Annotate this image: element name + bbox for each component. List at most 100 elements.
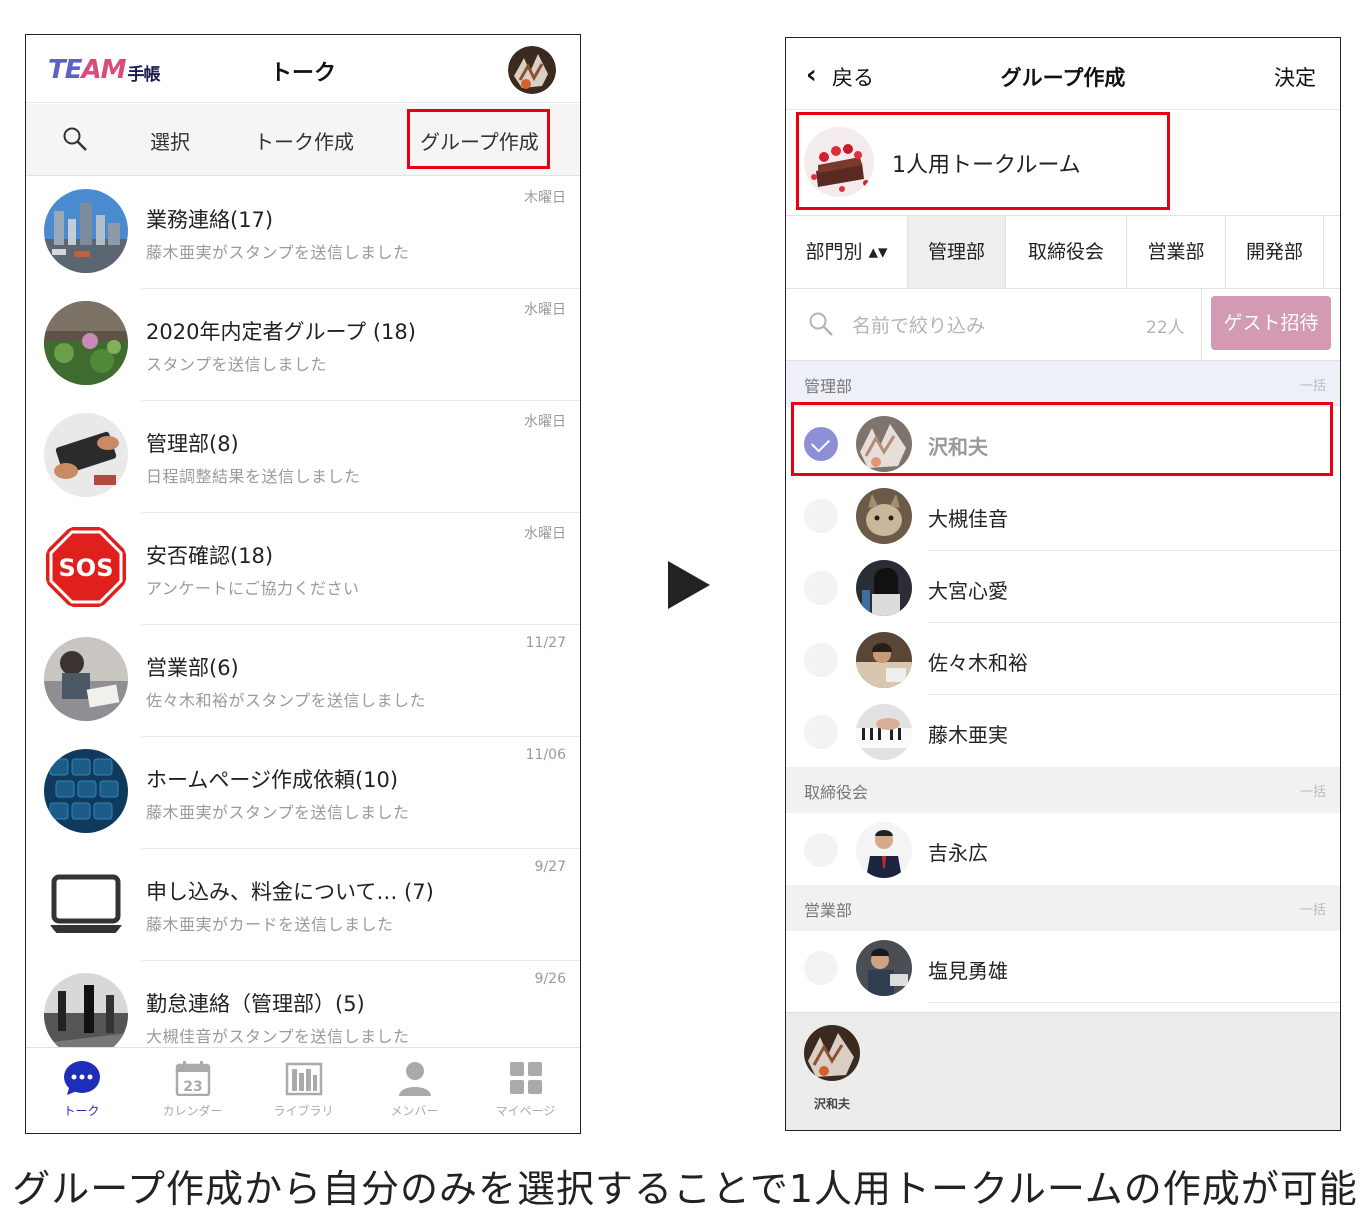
member-count: 22人: [1146, 318, 1185, 338]
talk-preview: アンケートにご協力ください: [146, 579, 360, 598]
talk-date: 9/27: [534, 859, 566, 875]
svg-text:SOS: SOS: [59, 554, 114, 582]
selected-member-avatar[interactable]: [804, 1025, 860, 1081]
select-all-button[interactable]: 一括: [1300, 899, 1326, 918]
talk-list-screen: TE AM 手帳 トーク 選択 トーク作成 グループ作成 業務連絡(17) 藤木…: [25, 34, 581, 1134]
section-header: 取締役会 一括: [786, 767, 1340, 813]
play-arrow-icon: [668, 561, 710, 609]
keyboard-photo-avatar: [44, 413, 128, 497]
talk-row[interactable]: 営業部(6) 佐々木和裕がスタンプを送信しました 11/27: [44, 625, 580, 737]
search-icon: [809, 312, 833, 336]
talk-row[interactable]: 業務連絡(17) 藤木亜実がスタンプを送信しました 木曜日: [44, 177, 580, 289]
talk-list: 業務連絡(17) 藤木亜実がスタンプを送信しました 木曜日 2020年内定者グル…: [26, 177, 580, 1073]
laptop-icon: [44, 861, 128, 945]
talk-preview: 佐々木和裕がスタンプを送信しました: [146, 691, 427, 710]
tab-calendar[interactable]: 23 カレンダー: [137, 1048, 248, 1133]
section-name: 管理部: [804, 377, 853, 396]
talk-date: 水曜日: [524, 526, 566, 542]
tab-member[interactable]: メンバー: [359, 1048, 470, 1133]
tab-admin[interactable]: 管理部: [908, 216, 1006, 288]
checkbox[interactable]: [804, 951, 838, 985]
header: TE AM 手帳 トーク: [26, 35, 580, 103]
page-title: トーク: [269, 61, 336, 86]
library-icon: [285, 1062, 323, 1096]
section-header: 管理部 一括: [786, 361, 1340, 407]
checkbox[interactable]: [804, 715, 838, 749]
talk-date: 水曜日: [524, 414, 566, 430]
blue-keyboard-avatar: [44, 749, 128, 833]
member-name: 佐々木和裕: [928, 651, 1028, 675]
search-icon[interactable]: [62, 126, 88, 152]
select-all-button[interactable]: 一括: [1300, 375, 1326, 394]
selected-members-tray: 沢和夫: [786, 1012, 1340, 1130]
member-avatar: [856, 822, 912, 878]
profile-avatar[interactable]: [508, 46, 556, 94]
svg-text:23: 23: [183, 1079, 202, 1095]
highlight-box: [796, 112, 1170, 210]
grid-icon: [510, 1062, 542, 1094]
checkbox[interactable]: [804, 571, 838, 605]
filter-input[interactable]: 名前で絞り込み: [852, 311, 985, 338]
talk-row[interactable]: 管理部(8) 日程調整結果を送信しました 水曜日: [44, 401, 580, 513]
member-avatar: [856, 940, 912, 996]
talk-date: 9/26: [534, 971, 566, 987]
checkbox[interactable]: [804, 833, 838, 867]
create-talk-button[interactable]: トーク作成: [254, 126, 354, 155]
talk-row[interactable]: 2020年内定者グループ (18) スタンプを送信しました 水曜日: [44, 289, 580, 401]
talk-title: 2020年内定者グループ (18): [146, 320, 416, 344]
talk-preview: 藤木亜実がスタンプを送信しました: [146, 243, 410, 262]
tab-board[interactable]: 取締役会: [1006, 216, 1127, 288]
member-row[interactable]: 大槻佳音: [786, 479, 1340, 551]
section-name: 営業部: [804, 901, 853, 920]
tab-label: ライブラリ: [273, 1104, 334, 1118]
tab-label: カレンダー: [162, 1104, 223, 1118]
tab-sales[interactable]: 営業部: [1127, 216, 1226, 288]
member-row[interactable]: 大宮心愛: [786, 551, 1340, 623]
member-name: 吉永広: [928, 841, 988, 865]
confirm-button[interactable]: 決定: [1274, 62, 1316, 92]
tab-dev[interactable]: 開発部: [1226, 216, 1324, 288]
garden-photo-avatar: [44, 301, 128, 385]
member-name: 塩見勇雄: [928, 959, 1008, 983]
invite-guest-button[interactable]: ゲスト招待: [1211, 296, 1331, 350]
calendar-icon: 23: [175, 1061, 211, 1096]
talk-preview: 日程調整結果を送信しました: [146, 467, 361, 486]
talk-row[interactable]: SOS 安否確認(18) アンケートにご協力ください 水曜日: [46, 513, 580, 625]
select-button[interactable]: 選択: [150, 126, 190, 155]
room-name-row[interactable]: 1人用トークルーム: [786, 111, 1340, 215]
member-row[interactable]: 吉永広: [786, 813, 1340, 885]
caption: グループ作成から自分のみを選択することで1人用トークルームの作成が可能: [12, 1167, 1358, 1211]
section-name: 取締役会: [804, 783, 869, 802]
member-row[interactable]: 塩見勇雄: [786, 931, 1340, 1003]
talk-row[interactable]: ホームページ作成依頼(10) 藤木亜実がスタンプを送信しました 11/06: [44, 737, 580, 849]
talk-row[interactable]: 申し込み、料金について… (7) 藤木亜実がカードを送信しました 9/27: [44, 849, 580, 961]
highlight-box: [791, 402, 1333, 476]
checkbox[interactable]: [804, 643, 838, 677]
member-row[interactable]: 佐々木和裕: [786, 623, 1340, 695]
talk-preview: スタンプを送信しました: [146, 355, 328, 374]
tab-by-department[interactable]: 部門別 ▴▾: [786, 216, 908, 288]
talk-toolbar: 選択 トーク作成 グループ作成: [26, 104, 580, 176]
member-avatar: [856, 704, 912, 760]
tab-mypage[interactable]: マイページ: [470, 1048, 580, 1133]
member-name: 大槻佳音: [928, 507, 1008, 531]
tab-library[interactable]: ライブラリ: [248, 1048, 359, 1133]
talk-title: 業務連絡(17): [146, 208, 274, 232]
talk-date: 11/27: [525, 635, 566, 651]
talk-title: ホームページ作成依頼(10): [146, 768, 399, 792]
checkbox[interactable]: [804, 499, 838, 533]
select-all-button[interactable]: 一括: [1300, 781, 1326, 800]
member-row[interactable]: 藤木亜実: [786, 695, 1340, 767]
member-avatar: [856, 632, 912, 688]
talk-date: 木曜日: [524, 190, 566, 206]
talk-title: 営業部(6): [146, 656, 239, 680]
talk-title: 管理部(8): [146, 432, 239, 456]
tab-talk[interactable]: トーク: [26, 1048, 137, 1133]
talk-date: 11/06: [525, 747, 566, 763]
search-row: 名前で絞り込み 22人 ゲスト招待: [786, 289, 1340, 361]
divider: [1201, 289, 1202, 361]
talk-title: 申し込み、料金について… (7): [146, 880, 434, 904]
member-name: 大宮心愛: [928, 579, 1008, 603]
talk-preview: 藤木亜実がスタンプを送信しました: [146, 803, 410, 822]
person-icon: [399, 1062, 431, 1096]
